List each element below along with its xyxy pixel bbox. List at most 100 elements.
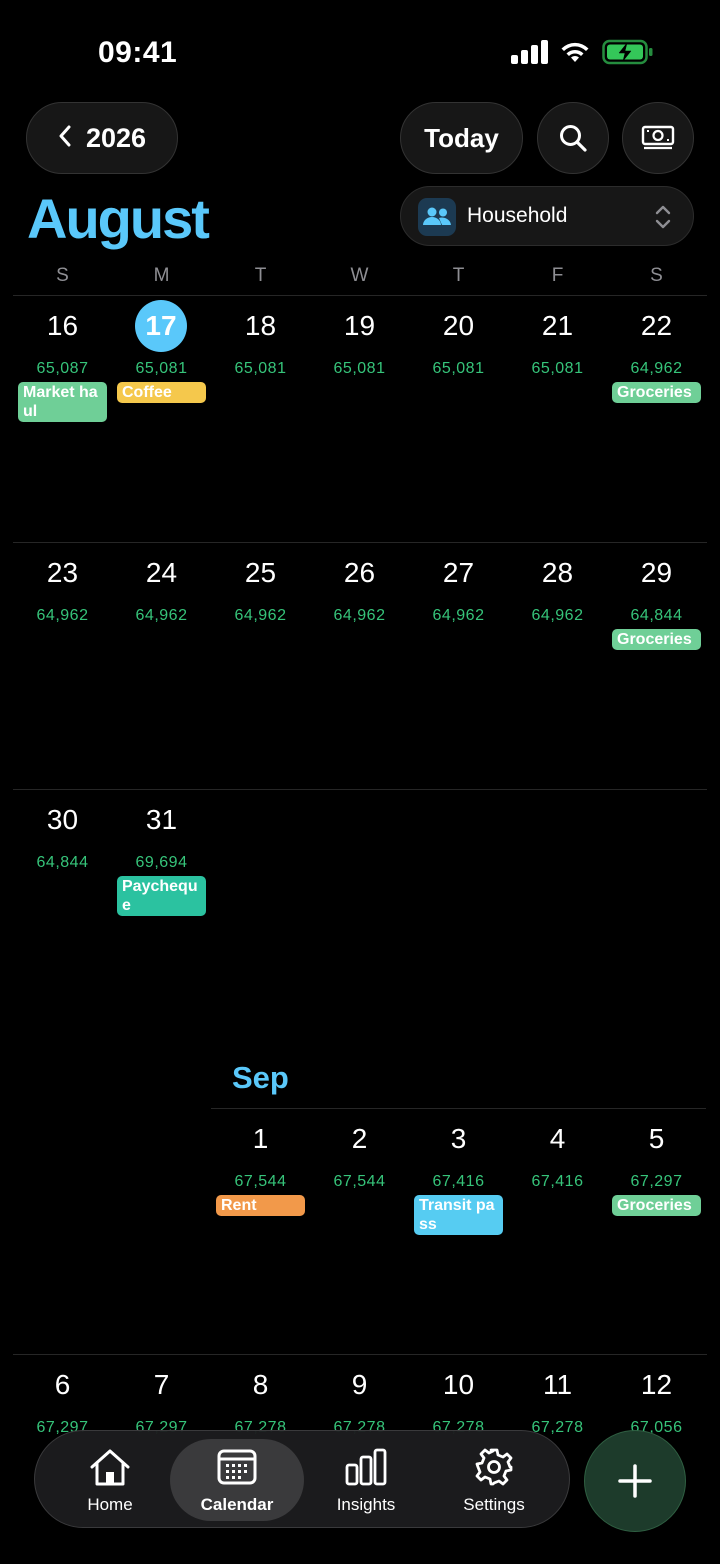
day-cell[interactable]: 19 65,081 (310, 296, 409, 542)
year-label: 2026 (85, 122, 147, 153)
day-balance: 65,081 (531, 360, 584, 377)
day-balance: 64,962 (630, 360, 683, 377)
day-cell[interactable]: 22 64,962 Groceries (607, 296, 706, 542)
calendar-icon (217, 1449, 257, 1485)
day-balance: 64,962 (432, 607, 485, 624)
event-chip[interactable]: Groceries (612, 1195, 701, 1216)
budget-button[interactable] (622, 102, 694, 174)
day-cell[interactable]: 31 69,694 Paycheque (112, 790, 211, 1036)
search-button[interactable] (537, 102, 609, 174)
day-number: 28 (541, 557, 574, 588)
day-number: 30 (46, 804, 79, 835)
day-number: 22 (640, 310, 673, 341)
house-icon (90, 1449, 130, 1486)
day-cell[interactable]: 4 67,416 (508, 1109, 607, 1355)
day-number: 10 (442, 1369, 475, 1400)
event-chip[interactable]: Groceries (612, 629, 701, 650)
day-cell[interactable]: 3 67,416 Transit pass (409, 1109, 508, 1355)
month-title: August (27, 187, 210, 250)
event-chip[interactable]: Transit pass (414, 1195, 503, 1235)
day-balance: 67,544 (234, 1173, 287, 1190)
day-number: 19 (343, 310, 376, 341)
day-balance: 64,962 (333, 607, 386, 624)
day-balance: 67,416 (531, 1173, 584, 1190)
tab-calendar[interactable]: Calendar (170, 1439, 304, 1521)
day-cell[interactable]: 25 64,962 (211, 543, 310, 789)
day-cell[interactable]: 1 67,544 Rent (211, 1109, 310, 1355)
day-number: 29 (640, 557, 673, 588)
month-label-september: Sep (232, 1060, 289, 1095)
battery-charging-icon (602, 39, 653, 65)
day-number: 5 (648, 1123, 665, 1154)
account-selector[interactable]: Household (400, 186, 694, 246)
day-number: 8 (252, 1369, 269, 1400)
weekday-label: S (650, 265, 663, 286)
day-cell[interactable]: 5 67,297 Groceries (607, 1109, 706, 1355)
banknote-icon (641, 125, 675, 150)
day-cell[interactable]: 23 64,962 (13, 543, 112, 789)
day-balance: 64,844 (36, 854, 89, 871)
day-balance: 67,416 (432, 1173, 485, 1190)
day-cell[interactable]: 30 64,844 (13, 790, 112, 1036)
day-cell[interactable]: 28 64,962 (508, 543, 607, 789)
day-cell[interactable]: 18 65,081 (211, 296, 310, 542)
day-cell[interactable]: 24 64,962 (112, 543, 211, 789)
tab-home[interactable]: Home (43, 1439, 177, 1521)
day-number: 27 (442, 557, 475, 588)
day-number: 23 (46, 557, 79, 588)
day-number: 11 (542, 1369, 573, 1400)
day-balance: 65,081 (234, 360, 287, 377)
status-time: 09:41 (98, 36, 178, 69)
day-number: 20 (442, 310, 475, 341)
today-button[interactable]: Today (400, 102, 523, 174)
tab-label: Home (87, 1495, 133, 1514)
day-number: 2 (351, 1123, 368, 1154)
event-chip[interactable]: Market haul (18, 382, 107, 422)
event-chip[interactable]: Rent (216, 1195, 305, 1216)
event-chip[interactable]: Coffee (117, 382, 206, 403)
account-selector-label: Household (467, 204, 568, 227)
day-number: 31 (145, 804, 178, 835)
day-cell[interactable]: 20 65,081 (409, 296, 508, 542)
bar-chart-icon (345, 1448, 387, 1486)
day-balance: 67,544 (333, 1173, 386, 1190)
day-cell[interactable]: 26 64,962 (310, 543, 409, 789)
day-balance: 65,081 (333, 360, 386, 377)
day-balance: 65,081 (135, 360, 188, 377)
day-balance: 64,844 (630, 607, 683, 624)
add-transaction-button[interactable] (584, 1430, 686, 1532)
weekday-label: F (551, 265, 564, 286)
day-balance: 67,297 (630, 1173, 683, 1190)
tab-label: Settings (463, 1495, 525, 1514)
wifi-icon (561, 42, 589, 62)
gear-icon (475, 1448, 513, 1486)
day-cell[interactable]: 17 65,081 Coffee (112, 296, 211, 542)
day-cell[interactable]: 27 64,962 (409, 543, 508, 789)
weekday-label: S (56, 265, 69, 286)
day-number: 12 (640, 1369, 673, 1400)
day-number: 21 (541, 310, 574, 341)
status-bar: 09:41 (0, 0, 720, 100)
day-cell[interactable]: 21 65,081 (508, 296, 607, 542)
day-number: 6 (54, 1369, 71, 1400)
tab-label: Calendar (200, 1495, 274, 1514)
plus-icon (618, 1464, 652, 1498)
event-chip[interactable]: Groceries (612, 382, 701, 403)
tab-bar: Home Calendar Insights Settings (34, 1430, 570, 1528)
tab-settings[interactable]: Settings (427, 1439, 561, 1521)
day-balance: 64,962 (36, 607, 89, 624)
people-icon (418, 198, 456, 236)
event-chip[interactable]: Paycheque (117, 876, 206, 916)
day-cell[interactable]: 16 65,087 Market haul (13, 296, 112, 542)
weekday-label: M (153, 265, 170, 286)
tab-insights[interactable]: Insights (299, 1439, 433, 1521)
weekday-label: T (254, 265, 267, 286)
day-number: 1 (252, 1123, 269, 1154)
day-number: 26 (343, 557, 376, 588)
day-number: 18 (244, 310, 277, 341)
day-balance: 64,962 (234, 607, 287, 624)
search-icon (560, 125, 587, 152)
back-to-year-button[interactable]: 2026 (26, 102, 178, 174)
day-cell[interactable]: 2 67,544 (310, 1109, 409, 1355)
day-cell[interactable]: 29 64,844 Groceries (607, 543, 706, 789)
